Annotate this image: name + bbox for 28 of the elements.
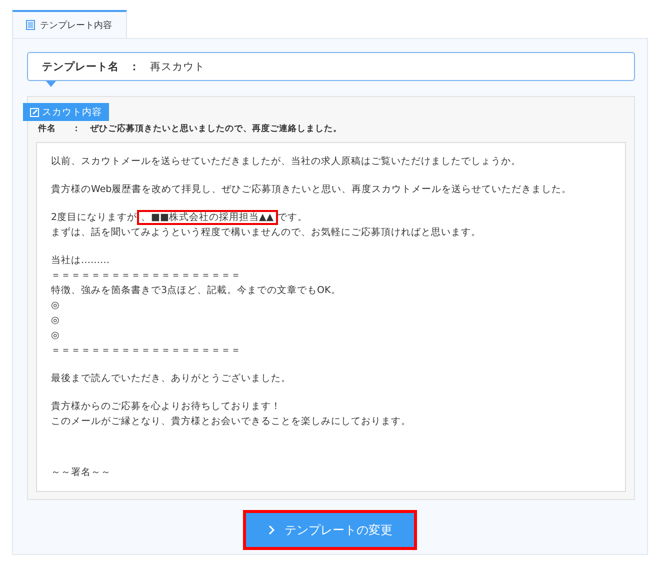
template-name-value: 再スカウト bbox=[150, 60, 205, 74]
highlight-box: 、■■株式会社の採用担当▲▲ bbox=[137, 210, 278, 225]
message-line: まずは、話を聞いてみようという程度で構いませんので、お気軽にご応募頂ければと思います。 bbox=[51, 226, 482, 240]
separator: ： bbox=[129, 60, 140, 74]
message-line: ＝＝＝＝＝＝＝＝＝＝＝＝＝＝＝＝＝＝＝ bbox=[51, 269, 242, 283]
badge-text: スカウト内容 bbox=[42, 106, 102, 118]
message-line: 当社は……… bbox=[51, 254, 110, 268]
subject-text: ぜひご応募頂きたいと思いましたので、再度ご連絡しました。 bbox=[90, 123, 342, 135]
tab[interactable]: テンプレート内容 bbox=[12, 10, 127, 38]
document-icon bbox=[26, 20, 35, 30]
message-line: このメールがご縁となり、貴方様とお会いできることを楽しみにしております。 bbox=[51, 415, 412, 429]
message-line: 貴方様のWeb履歴書を改めて拝見し、ぜひご応募頂きたいと思い、再度スカウトメールを送らせていただきました。 bbox=[51, 183, 573, 197]
message-line: 最後まで読んでいただき、ありがとうございました。 bbox=[51, 372, 292, 386]
message-line: ◎ bbox=[51, 299, 60, 313]
separator: ： bbox=[72, 123, 82, 135]
edit-icon bbox=[30, 108, 39, 116]
chevron-icon bbox=[268, 525, 274, 535]
message-line: 2度目になりますが 、■■株式会社の採用担当▲▲ です。 bbox=[51, 210, 309, 225]
message-line: 特徴、強みを箇条書きで3点ほど、記載。今までの文章でもOK。 bbox=[51, 284, 342, 298]
message-line: ～～署名～～ bbox=[51, 466, 112, 480]
subject-label: 件名 bbox=[38, 123, 57, 135]
template-name-label: テンプレート名 bbox=[42, 60, 119, 74]
message-line: 以前、スカウトメールを送らせていただきましたが、当社の求人原稿はご覧いただけましたでしょうか。 bbox=[51, 155, 522, 169]
message-line: ◎ bbox=[51, 314, 60, 328]
pointer-icon bbox=[46, 81, 56, 87]
message-line: ◎ bbox=[51, 329, 60, 343]
message-line: 貴方様からのご応募を心よりお待ちしております！ bbox=[51, 400, 282, 414]
message-line: ＝＝＝＝＝＝＝＝＝＝＝＝＝＝＝＝＝＝＝ bbox=[51, 344, 242, 358]
